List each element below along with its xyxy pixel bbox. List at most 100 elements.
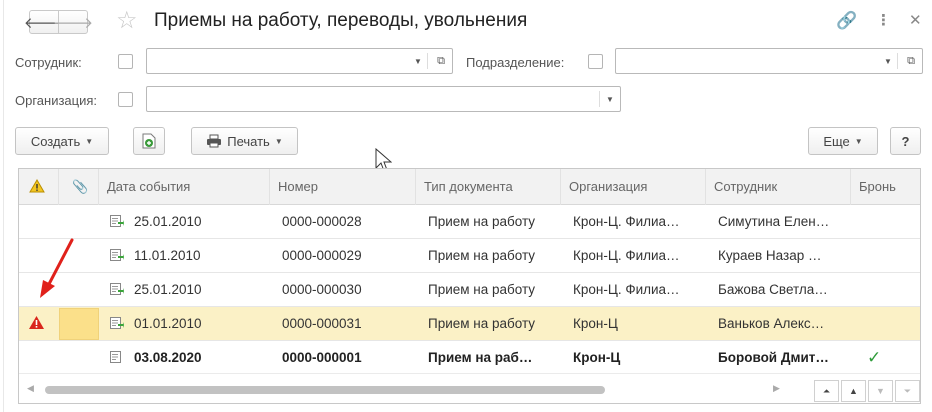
employee-field[interactable]: ▼ ⧉ xyxy=(146,48,453,74)
chevron-down-icon: ▼ xyxy=(854,136,863,146)
warning-icon xyxy=(29,179,45,193)
column-header-attachments[interactable]: 📎 xyxy=(59,169,99,205)
employee-cell: Симутина Елен… xyxy=(718,214,830,229)
employee-cell: Бажова Светла… xyxy=(718,282,828,297)
date-cell: 25.01.2010 xyxy=(99,273,270,307)
page-up-button[interactable]: ▲ xyxy=(841,380,866,402)
first-page-icon: ⏶ xyxy=(822,385,831,396)
scroll-left-icon[interactable]: ◀ xyxy=(27,383,34,394)
last-page-icon: ⏷ xyxy=(903,385,912,396)
organization-field[interactable]: ▼ xyxy=(146,86,621,112)
date-value: 11.01.2010 xyxy=(134,248,201,263)
kebab-menu-icon[interactable]: ⋮ xyxy=(876,11,891,29)
chevron-down-icon: ▼ xyxy=(85,136,94,146)
reserve-cell xyxy=(851,205,920,239)
star-icon[interactable]: ☆ xyxy=(116,6,138,35)
employee-cell: Ваньков Алекс… xyxy=(718,316,825,331)
column-header-warning[interactable] xyxy=(19,169,59,205)
column-header-number[interactable]: Номер xyxy=(270,169,416,205)
column-header-date[interactable]: Дата события xyxy=(99,169,270,205)
create-button[interactable]: Создать ▼ xyxy=(15,127,109,155)
table-row[interactable]: 25.01.2010 0000-000030 Прием на работу К… xyxy=(19,273,920,307)
doc-type-cell: Прием на работу xyxy=(428,282,536,297)
reserve-cell xyxy=(851,239,920,273)
scroll-to-bottom-button[interactable]: ⏷ xyxy=(895,380,920,402)
number-cell: 0000-000029 xyxy=(282,248,362,263)
date-cell: 03.08.2020 xyxy=(99,341,270,375)
forward-button[interactable]: 🡒 xyxy=(53,10,93,34)
posted-document-icon xyxy=(110,274,124,295)
document-icon xyxy=(110,342,124,363)
department-label: Подразделение: xyxy=(466,55,565,70)
open-form-icon[interactable]: ⧉ xyxy=(430,49,452,73)
date-cell: 25.01.2010 xyxy=(99,205,270,239)
more-button[interactable]: Еще ▼ xyxy=(808,127,878,155)
employee-cell: Боровой Дмит… xyxy=(718,350,829,365)
date-value: 01.01.2010 xyxy=(134,316,202,331)
doc-type-cell: Прием на работу xyxy=(428,316,536,331)
documents-table[interactable]: 📎 Дата события Номер Тип документа Орган… xyxy=(18,168,921,404)
number-cell: 0000-000001 xyxy=(282,350,362,365)
error-warning-icon[interactable] xyxy=(28,315,45,330)
table-row[interactable]: 03.08.2020 0000-000001 Прием на раб… Кро… xyxy=(19,341,920,375)
annotation-arrow-icon xyxy=(40,238,74,298)
doc-type-cell: Прием на работу xyxy=(428,248,536,263)
scroll-right-icon[interactable]: ▶ xyxy=(773,383,780,394)
number-cell: 0000-000028 xyxy=(282,214,362,229)
scrollbar-thumb[interactable] xyxy=(45,386,605,394)
department-filter-checkbox[interactable] xyxy=(588,54,603,69)
chevron-down-icon: ▼ xyxy=(274,136,283,146)
department-field[interactable]: ▼ ⧉ xyxy=(615,48,923,74)
table-row-selected[interactable]: 01.01.2010 0000-000031 Прием на работу К… xyxy=(19,307,920,341)
column-header-reserve[interactable]: Бронь xyxy=(851,169,920,205)
close-icon[interactable]: ✕ xyxy=(909,11,922,29)
column-header-doc-type[interactable]: Тип документа xyxy=(416,169,561,205)
scroll-to-top-button[interactable]: ⏶ xyxy=(814,380,839,402)
help-button[interactable]: ? xyxy=(890,127,921,155)
open-form-icon[interactable]: ⧉ xyxy=(900,49,922,73)
printer-icon xyxy=(207,134,222,148)
employee-label: Сотрудник: xyxy=(15,55,82,70)
table-row[interactable]: 25.01.2010 0000-000028 Прием на работу К… xyxy=(19,205,920,239)
page-down-button[interactable]: ▼ xyxy=(868,380,893,402)
page-title: Приемы на работу, переводы, увольнения xyxy=(154,10,528,31)
date-cell: 01.01.2010 xyxy=(99,307,270,341)
organization-label: Организация: xyxy=(15,93,98,108)
column-header-employee[interactable]: Сотрудник xyxy=(706,169,851,205)
document-list-window: 🡐 🡒 ☆ Приемы на работу, переводы, увольн… xyxy=(3,0,932,412)
posted-document-icon xyxy=(110,206,124,227)
help-button-label: ? xyxy=(901,133,910,149)
arrow-right-icon: 🡒 xyxy=(52,14,94,32)
warning-cell xyxy=(19,307,59,341)
horizontal-scrollbar[interactable]: ◀ ▶ ⏶ ▲ ▼ ⏷ xyxy=(19,373,920,403)
attachment-cell-focused[interactable] xyxy=(59,308,99,340)
number-cell: 0000-000031 xyxy=(282,316,362,331)
link-icon[interactable]: 🔗 xyxy=(836,11,857,31)
create-based-on-button[interactable] xyxy=(133,127,165,155)
date-value: 03.08.2020 xyxy=(134,350,202,365)
posted-document-icon xyxy=(110,308,124,329)
chevron-down-icon[interactable]: ▼ xyxy=(600,87,620,111)
date-cell: 11.01.2010 xyxy=(99,239,270,273)
column-header-organization[interactable]: Организация xyxy=(561,169,706,205)
chevron-down-icon[interactable]: ▼ xyxy=(878,49,898,73)
employee-cell: Кураев Назар … xyxy=(718,248,822,263)
organization-cell: Крон-Ц. Филиа… xyxy=(573,282,680,297)
table-row[interactable]: 11.01.2010 0000-000029 Прием на работу К… xyxy=(19,239,920,273)
chevron-down-icon[interactable]: ▼ xyxy=(408,49,428,73)
organization-cell: Крон-Ц. Филиа… xyxy=(573,214,680,229)
organization-filter-checkbox[interactable] xyxy=(118,92,133,107)
doc-type-cell: Прием на раб… xyxy=(428,350,533,365)
date-value: 25.01.2010 xyxy=(134,282,202,297)
number-cell: 0000-000030 xyxy=(282,282,362,297)
print-button[interactable]: Печать ▼ xyxy=(191,127,298,155)
paperclip-icon: 📎 xyxy=(72,179,89,194)
employee-filter-checkbox[interactable] xyxy=(118,54,133,69)
reserve-check-icon: ✓ xyxy=(867,348,882,367)
doc-type-cell: Прием на работу xyxy=(428,214,536,229)
caret-up-icon: ▲ xyxy=(849,386,858,396)
print-button-label: Печать xyxy=(227,133,270,149)
document-add-icon xyxy=(142,133,156,149)
organization-cell: Крон-Ц. Филиа… xyxy=(573,248,680,263)
create-button-label: Создать xyxy=(30,133,81,149)
